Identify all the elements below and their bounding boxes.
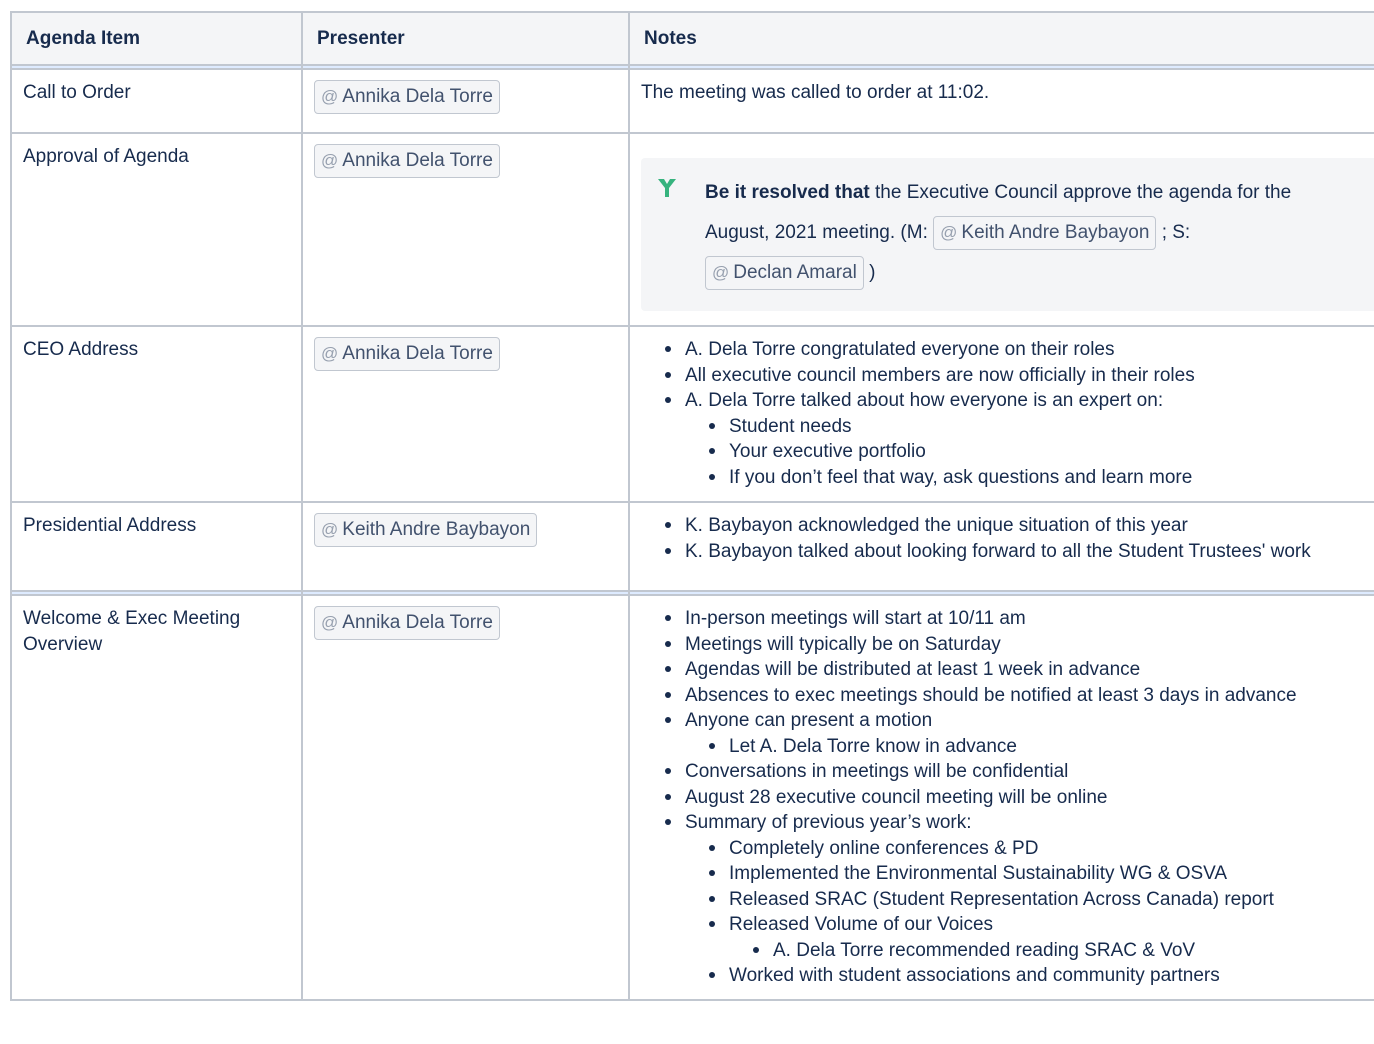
- agenda-item-cell: Presidential Address: [10, 501, 303, 592]
- notes-list: A. Dela Torre congratulated everyone on …: [641, 337, 1374, 490]
- user-mention[interactable]: @ Annika Dela Torre: [314, 606, 500, 640]
- list-item: Agendas will be distributed at least 1 w…: [665, 657, 1374, 683]
- sub-list: Completely online conferences & PD Imple…: [685, 836, 1374, 989]
- list-item: A. Dela Torre recommended reading SRAC &…: [753, 938, 1374, 964]
- presenter-cell: @ Annika Dela Torre: [301, 132, 630, 327]
- mention-at-icon: @: [712, 263, 730, 282]
- presenter-cell: @ Keith Andre Baybayon: [301, 501, 630, 592]
- presenter-cell: @ Annika Dela Torre: [301, 68, 630, 134]
- list-item: Absences to exec meetings should be noti…: [665, 683, 1374, 709]
- mention-at-icon: @: [321, 344, 339, 363]
- notes-cell: K. Baybayon acknowledged the unique situ…: [628, 501, 1374, 592]
- user-mention-mover[interactable]: @ Keith Andre Baybayon: [933, 216, 1157, 250]
- presenter-cell: @ Annika Dela Torre: [301, 594, 630, 1001]
- list-item: Meetings will typically be on Saturday: [665, 632, 1374, 658]
- list-item: In-person meetings will start at 10/11 a…: [665, 606, 1374, 632]
- list-item: Anyone can present a motion Let A. Dela …: [665, 708, 1374, 760]
- user-mention[interactable]: @ Annika Dela Torre: [314, 337, 500, 371]
- agenda-item-cell: Welcome & Exec Meeting Overview: [10, 594, 303, 1001]
- agenda-item-cell: Approval of Agenda: [10, 132, 303, 327]
- agenda-item-cell: CEO Address: [10, 325, 303, 503]
- column-header-agenda-item: Agenda Item: [10, 11, 303, 66]
- user-mention[interactable]: @ Annika Dela Torre: [314, 144, 500, 178]
- decision-block: Be it resolved that the Executive Counci…: [641, 158, 1374, 311]
- table-row: Presidential Address @ Keith Andre Baybay…: [10, 501, 1374, 592]
- list-item: Completely online conferences & PD: [709, 836, 1374, 862]
- list-item: K. Baybayon acknowledged the unique situ…: [665, 513, 1374, 539]
- list-item: Released SRAC (Student Representation Ac…: [709, 887, 1374, 913]
- column-header-notes: Notes: [628, 11, 1374, 66]
- list-item: All executive council members are now of…: [665, 363, 1374, 389]
- sub-list: Student needs Your executive portfolio I…: [685, 414, 1374, 491]
- notes-cell: The meeting was called to order at 11:02…: [628, 68, 1374, 134]
- list-item: Released Volume of our Voices A. Dela To…: [709, 912, 1374, 964]
- mention-at-icon: @: [321, 87, 339, 106]
- user-mention[interactable]: @ Annika Dela Torre: [314, 80, 500, 114]
- notes-list: In-person meetings will start at 10/11 a…: [641, 606, 1374, 989]
- sub-list: A. Dela Torre recommended reading SRAC &…: [729, 938, 1374, 964]
- mention-at-icon: @: [321, 520, 339, 539]
- list-item: Let A. Dela Torre know in advance: [709, 734, 1374, 760]
- decision-text: ; S:: [1156, 222, 1191, 243]
- presenter-cell: @ Annika Dela Torre: [301, 325, 630, 503]
- list-item: Implemented the Environmental Sustainabi…: [709, 861, 1374, 887]
- agenda-item-cell: Call to Order: [10, 68, 303, 134]
- header-row: Agenda Item Presenter Notes: [10, 11, 1374, 66]
- table-row: Welcome & Exec Meeting Overview @ Annika …: [10, 594, 1374, 1001]
- user-mention[interactable]: @ Keith Andre Baybayon: [314, 513, 538, 547]
- list-item: If you don’t feel that way, ask question…: [709, 465, 1374, 491]
- notes-list: K. Baybayon acknowledged the unique situ…: [641, 513, 1374, 564]
- table-row: CEO Address @ Annika Dela Torre A. Dela T…: [10, 325, 1374, 503]
- list-item: Student needs: [709, 414, 1374, 440]
- page: Agenda Item Presenter Notes Call to Orde…: [0, 0, 1374, 1044]
- list-item: A. Dela Torre congratulated everyone on …: [665, 337, 1374, 363]
- list-item: August 28 executive council meeting will…: [665, 785, 1374, 811]
- table-row: Call to Order @ Annika Dela Torre The mee…: [10, 68, 1374, 134]
- list-item: Worked with student associations and com…: [709, 963, 1374, 989]
- sub-list: Let A. Dela Torre know in advance: [685, 734, 1374, 760]
- list-item: Conversations in meetings will be confid…: [665, 759, 1374, 785]
- decision-lead: Be it resolved that: [705, 182, 870, 203]
- mention-at-icon: @: [321, 613, 339, 632]
- list-item: A. Dela Torre talked about how everyone …: [665, 388, 1374, 491]
- user-mention-seconder[interactable]: @ Declan Amaral: [705, 256, 864, 290]
- agenda-table: Agenda Item Presenter Notes Call to Orde…: [10, 11, 1374, 1001]
- table-row: Approval of Agenda @ Annika Dela Torre Be…: [10, 132, 1374, 327]
- note-text: The meeting was called to order at 11:02…: [641, 82, 990, 103]
- list-item: Summary of previous year’s work: Complet…: [665, 810, 1374, 989]
- mention-at-icon: @: [940, 223, 958, 242]
- list-item: K. Baybayon talked about looking forward…: [665, 539, 1374, 565]
- mention-at-icon: @: [321, 151, 339, 170]
- notes-cell: A. Dela Torre congratulated everyone on …: [628, 325, 1374, 503]
- decision-icon: [658, 179, 676, 197]
- list-item: Your executive portfolio: [709, 439, 1374, 465]
- notes-cell: Be it resolved that the Executive Counci…: [628, 132, 1374, 327]
- notes-cell: In-person meetings will start at 10/11 a…: [628, 594, 1374, 1001]
- decision-text: ): [863, 262, 876, 283]
- column-header-presenter: Presenter: [301, 11, 630, 66]
